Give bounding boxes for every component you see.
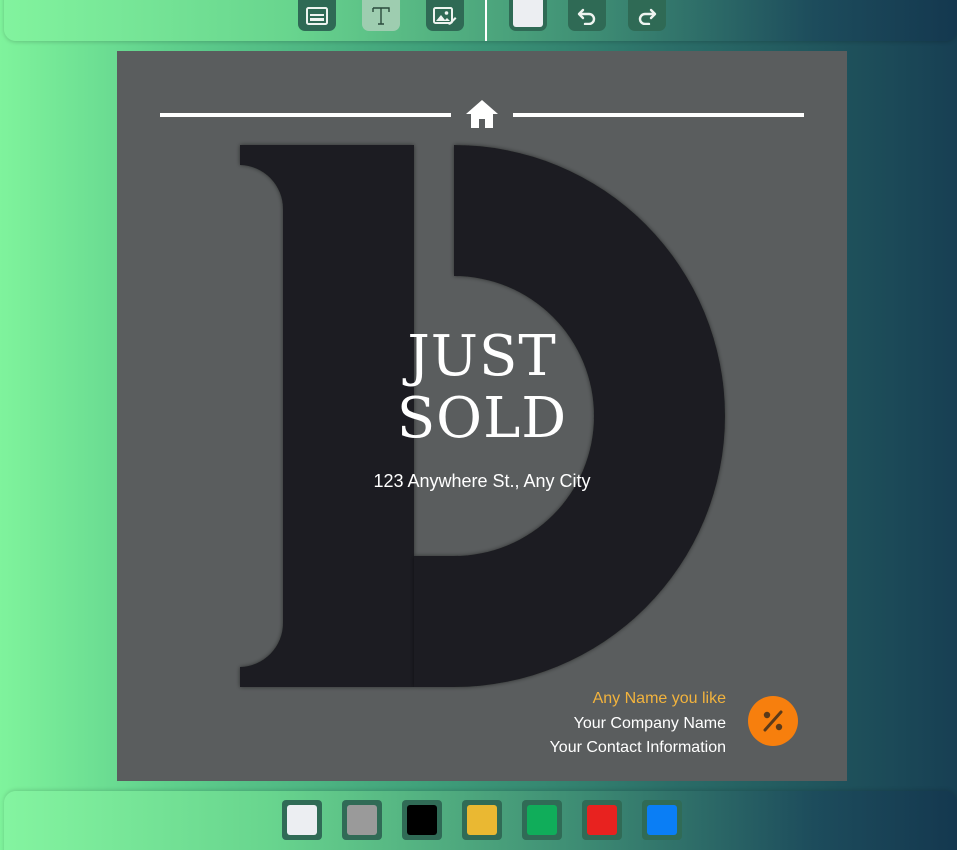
redo-button[interactable] (628, 0, 666, 31)
swatch-chip (587, 805, 617, 835)
current-color-swatch (513, 0, 543, 27)
home-icon (466, 100, 498, 128)
color-swatch-white[interactable] (282, 800, 322, 840)
company-name[interactable]: Your Company Name (550, 712, 726, 737)
percent-icon (763, 710, 783, 732)
panel-icon (306, 6, 328, 25)
toolbar-divider (485, 0, 487, 41)
text-tool-button[interactable] (362, 0, 400, 31)
swatch-chip (527, 805, 557, 835)
undo-icon (577, 8, 596, 25)
color-palette-bar (4, 791, 957, 850)
top-toolbar (4, 0, 957, 41)
top-rule-right (513, 113, 804, 117)
color-swatch-red[interactable] (582, 800, 622, 840)
headline[interactable]: JUST SOLD (332, 326, 632, 450)
text-t-icon (372, 6, 390, 25)
address-text[interactable]: 123 Anywhere St., Any City (282, 471, 682, 492)
headline-line-1[interactable]: JUST (332, 326, 632, 388)
top-rule-left (160, 113, 451, 117)
color-swatch-black[interactable] (402, 800, 442, 840)
swatch-chip (467, 805, 497, 835)
contact-info[interactable]: Your Contact Information (550, 736, 726, 761)
agent-name[interactable]: Any Name you like (550, 687, 726, 712)
swatch-chip (287, 805, 317, 835)
current-color-button[interactable] (509, 0, 547, 31)
swatch-chip (347, 805, 377, 835)
background-tool-button[interactable] (298, 0, 336, 31)
redo-icon (638, 8, 657, 25)
undo-button[interactable] (568, 0, 606, 31)
percent-badge[interactable] (748, 696, 798, 746)
design-canvas[interactable]: JUST SOLD 123 Anywhere St., Any City Any… (117, 51, 847, 781)
color-swatch-blue[interactable] (642, 800, 682, 840)
swatch-chip (647, 805, 677, 835)
contact-block[interactable]: Any Name you like Your Company Name Your… (550, 687, 726, 761)
image-edit-icon (433, 6, 457, 25)
color-swatch-gray[interactable] (342, 800, 382, 840)
swatch-chip (407, 805, 437, 835)
color-swatch-green[interactable] (522, 800, 562, 840)
headline-line-2[interactable]: SOLD (332, 388, 632, 450)
image-tool-button[interactable] (426, 0, 464, 31)
color-swatch-yellow[interactable] (462, 800, 502, 840)
